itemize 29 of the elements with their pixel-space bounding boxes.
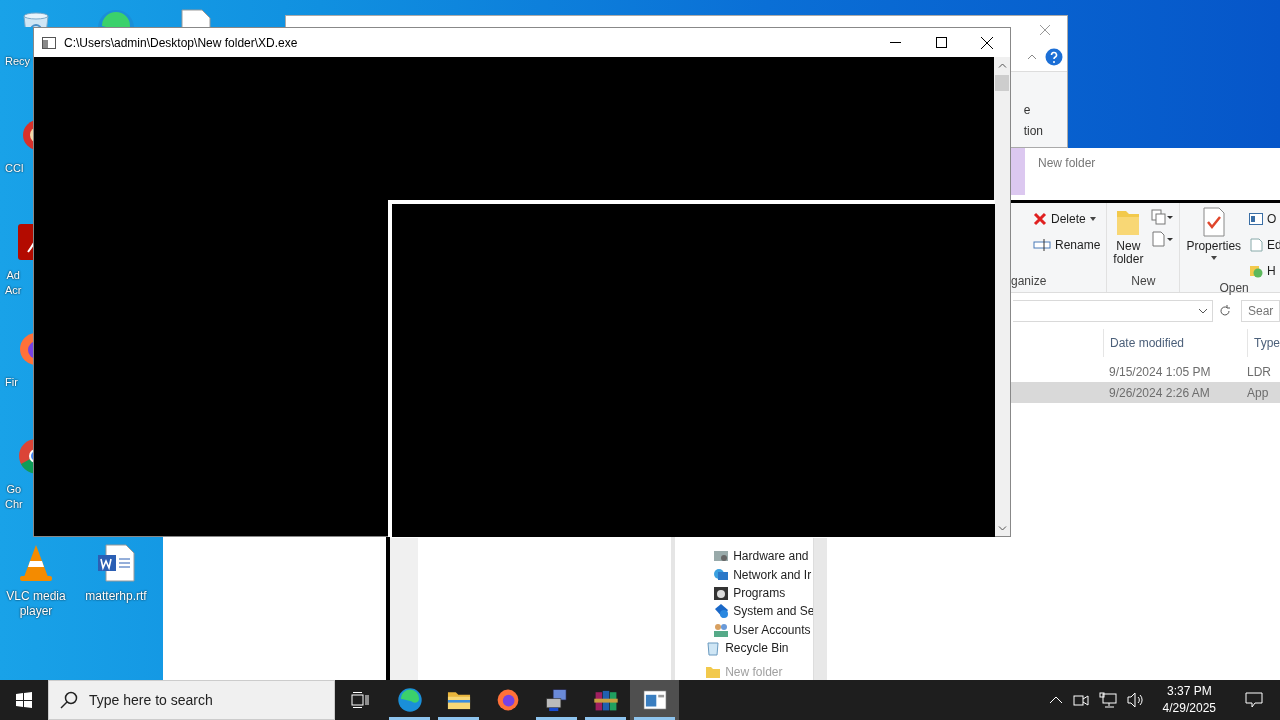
ribbon-group-label: Open bbox=[1219, 281, 1249, 295]
table-cell: App bbox=[1247, 385, 1269, 400]
table-cell: LDR bbox=[1247, 364, 1271, 379]
search-field[interactable]: Sear bbox=[1241, 300, 1280, 322]
table-cell-text: 9/26/2024 2:26 AM bbox=[1109, 385, 1211, 400]
window-title: C:\Users\admin\Desktop\New folder\XD.exe bbox=[64, 35, 299, 50]
clock[interactable]: 3:37 PM 4/29/2025 bbox=[1154, 683, 1224, 717]
column-header[interactable]: Date modified bbox=[1103, 329, 1247, 357]
window-title: New folder bbox=[1038, 156, 1096, 170]
tree-item[interactable]: System and Se bbox=[713, 602, 815, 621]
search-field[interactable]: Type here to search bbox=[48, 680, 335, 720]
file-row[interactable]: 9/26/2024 2:26 AM App bbox=[1011, 382, 1280, 403]
ribbon-group-label: New bbox=[1131, 274, 1156, 288]
tree-item[interactable]: User Accounts bbox=[713, 620, 811, 639]
history-button[interactable]: H bbox=[1249, 261, 1280, 281]
delete-button[interactable]: Delete bbox=[1033, 209, 1101, 229]
table-cell-text: 9/15/2024 1:05 PM bbox=[1109, 364, 1212, 379]
properties-button[interactable]: Properties bbox=[1186, 207, 1242, 281]
new-folder-button[interactable]: New folder bbox=[1113, 207, 1144, 274]
tree-item[interactable]: Network and Ir bbox=[713, 565, 812, 584]
tree-item[interactable]: Recycle Bin bbox=[705, 638, 789, 658]
tree-item[interactable]: Hardware and bbox=[713, 547, 809, 566]
tree-item[interactable]: Programs bbox=[713, 583, 786, 603]
ribbon-group-label: ganize bbox=[1011, 274, 1047, 288]
rename-button[interactable]: Rename bbox=[1033, 235, 1101, 255]
column-header[interactable]: Type bbox=[1247, 329, 1280, 357]
ribbon-button-label[interactable]: e tion bbox=[1023, 100, 1043, 142]
open-button[interactable]: O bbox=[1249, 209, 1280, 229]
file-row[interactable]: 9/15/2024 1:05 PM LDR bbox=[1011, 361, 1280, 382]
